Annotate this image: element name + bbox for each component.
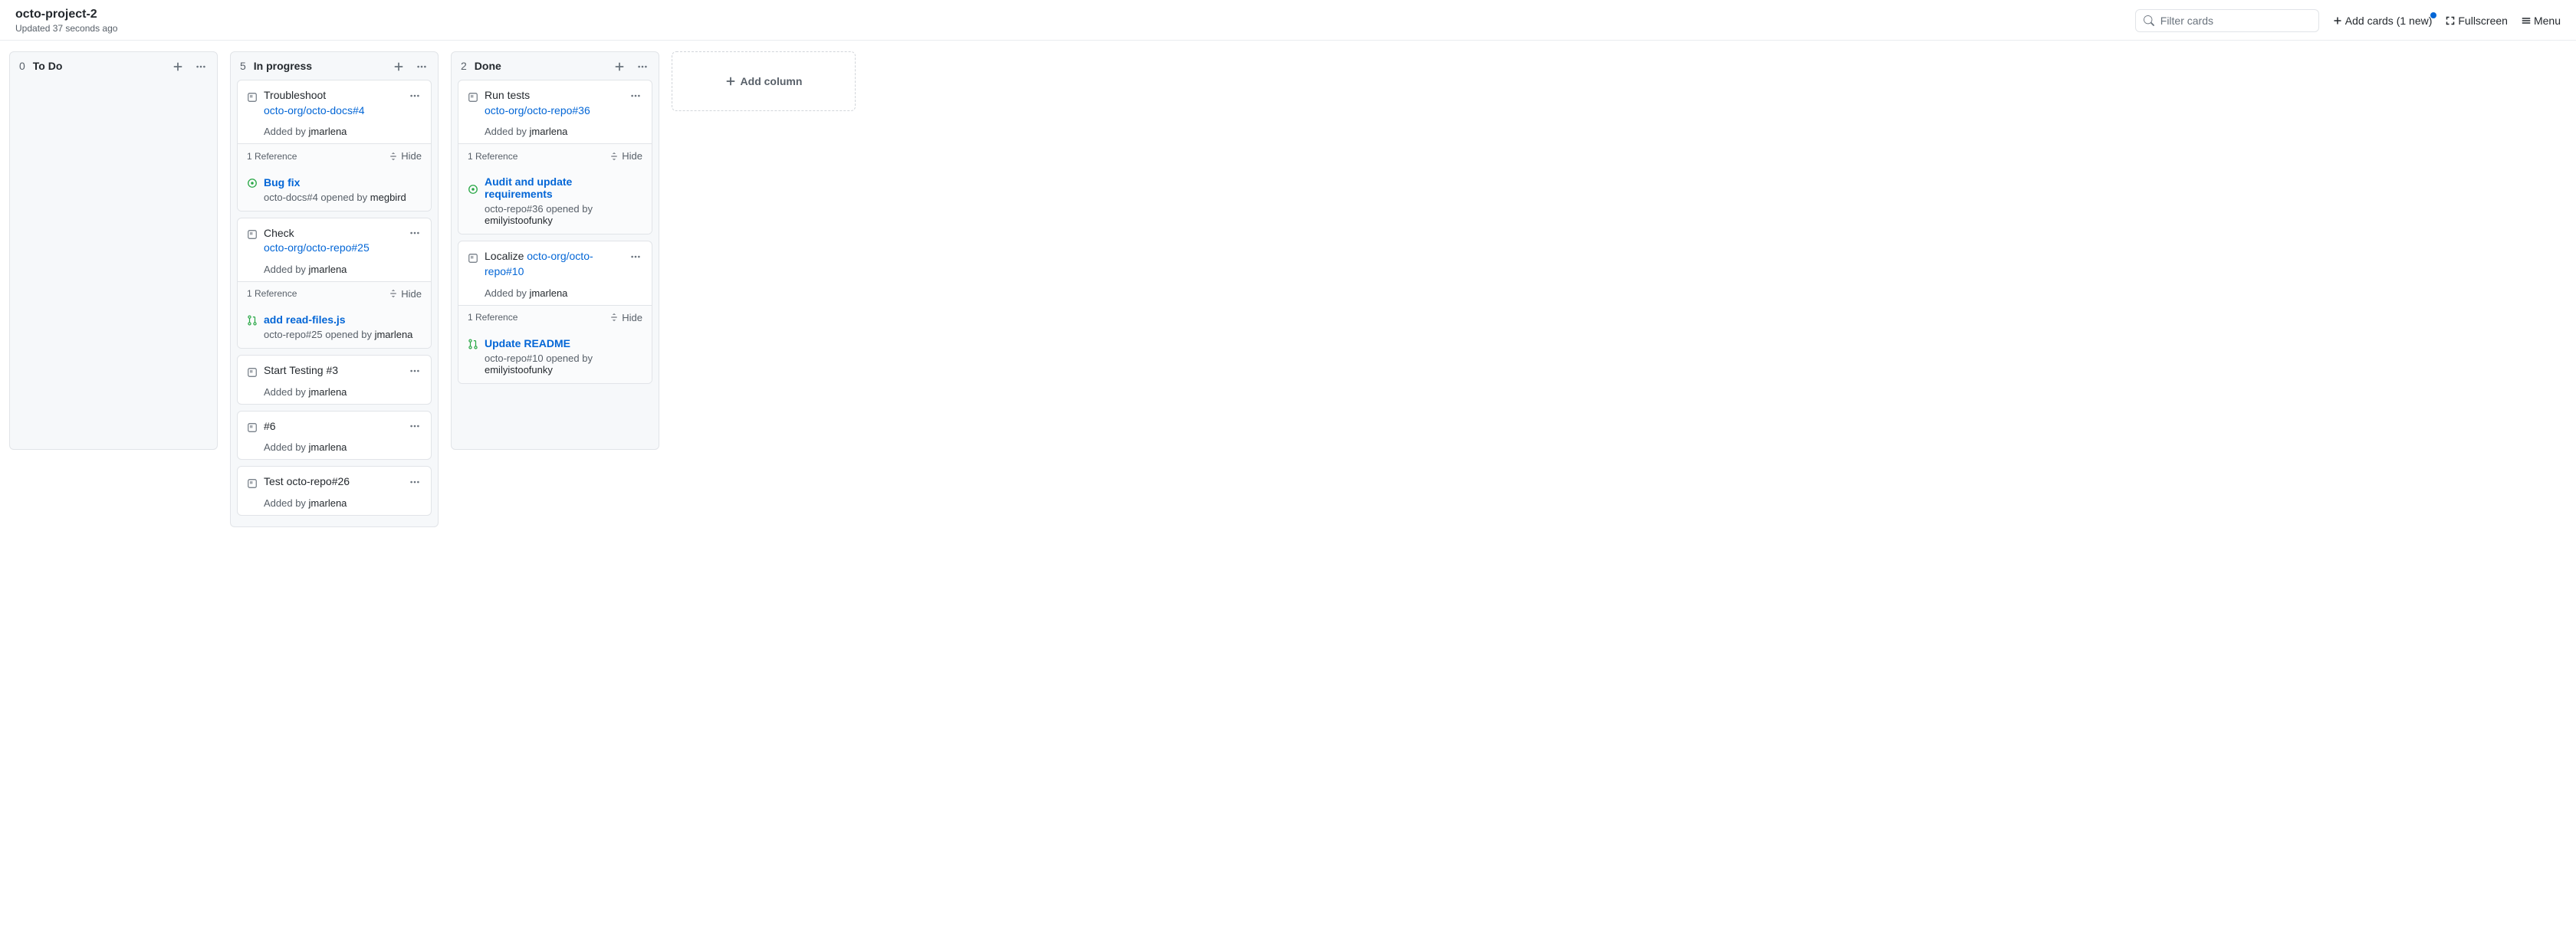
card-menu-button[interactable] — [408, 474, 422, 487]
card-title-text: Check — [264, 227, 294, 239]
reference-title-link[interactable]: add read-files.js — [264, 313, 346, 326]
column-done: 2 Done Run tests octo-org/octo-repo#3 — [451, 51, 659, 450]
add-column-label: Add column — [741, 75, 803, 87]
column-menu-button[interactable] — [194, 60, 208, 72]
hide-references-button[interactable]: Hide — [389, 150, 422, 162]
unfold-icon — [389, 289, 398, 298]
plus-icon — [725, 76, 736, 87]
filter-cards-input[interactable] — [2160, 15, 2311, 27]
card[interactable]: Localize octo-org/octo-repo#10 Added by … — [458, 241, 652, 383]
added-by-user: jmarlena — [309, 441, 347, 453]
filter-cards-search[interactable] — [2135, 9, 2319, 32]
reference-author: emilyistoofunky — [485, 364, 553, 376]
column-count: 5 — [240, 60, 246, 72]
project-board: 0 To Do 5 In progress — [0, 41, 2576, 538]
card[interactable]: Check octo-org/octo-repo#25 Added by jma… — [237, 218, 432, 349]
add-column-button[interactable]: Add column — [672, 51, 856, 111]
issue-open-icon — [468, 182, 478, 194]
card-menu-button[interactable] — [408, 88, 422, 100]
column-todo: 0 To Do — [9, 51, 218, 450]
unfold-icon — [389, 152, 398, 161]
reference-author: emilyistoofunky — [485, 215, 553, 226]
menu-label: Menu — [2534, 15, 2561, 27]
project-header: octo-project-2 Updated 37 seconds ago Ad… — [0, 0, 2576, 41]
new-indicator-dot — [2430, 12, 2436, 18]
plus-icon — [2333, 16, 2342, 25]
column-name: Done — [475, 60, 501, 72]
note-icon — [247, 90, 258, 102]
hide-references-button[interactable]: Hide — [389, 288, 422, 300]
column-menu-button[interactable] — [636, 60, 649, 72]
note-icon — [247, 228, 258, 240]
column-name: In progress — [254, 60, 312, 72]
card-ref-link[interactable]: octo-org/octo-repo#25 — [264, 241, 370, 254]
add-card-button[interactable] — [614, 60, 625, 72]
reference-author: megbird — [370, 192, 406, 203]
hide-references-button[interactable]: Hide — [610, 150, 642, 162]
card[interactable]: Start Testing #3 Added by jmarlena — [237, 355, 432, 405]
reference-author: jmarlena — [375, 329, 413, 340]
card[interactable]: Test octo-repo#26 Added by jmarlena — [237, 466, 432, 516]
card-menu-button[interactable] — [408, 363, 422, 376]
card-menu-button[interactable] — [629, 249, 642, 261]
card-menu-button[interactable] — [408, 226, 422, 238]
card-menu-button[interactable] — [629, 88, 642, 100]
added-by-user: jmarlena — [530, 287, 568, 299]
card-title-text: Start Testing #3 — [264, 364, 338, 376]
added-by-user: jmarlena — [309, 126, 347, 137]
added-by-user: jmarlena — [309, 264, 347, 275]
card[interactable]: Troubleshoot octo-org/octo-docs#4 Added … — [237, 80, 432, 211]
column-name: To Do — [33, 60, 63, 72]
card[interactable]: Run tests octo-org/octo-repo#36 Added by… — [458, 80, 652, 235]
card-title-text: Troubleshoot — [264, 89, 326, 101]
hide-references-button[interactable]: Hide — [610, 312, 642, 323]
reference-count: 1 Reference — [468, 312, 518, 323]
search-icon — [2144, 15, 2154, 26]
fullscreen-label: Fullscreen — [2458, 15, 2508, 27]
column-count: 0 — [19, 60, 25, 72]
column-in-progress: 5 In progress Troubleshoot octo-org/o — [230, 51, 439, 527]
reference-count: 1 Reference — [247, 151, 297, 162]
project-updated: Updated 37 seconds ago — [15, 23, 117, 34]
added-by-user: jmarlena — [309, 386, 347, 398]
add-card-button[interactable] — [172, 60, 183, 72]
reference-title-link[interactable]: Bug fix — [264, 176, 300, 189]
note-icon — [247, 365, 258, 377]
note-icon — [247, 476, 258, 488]
note-icon — [247, 421, 258, 433]
column-menu-button[interactable] — [415, 60, 429, 72]
added-by-user: jmarlena — [530, 126, 568, 137]
unfold-icon — [610, 152, 619, 161]
card-ref-link[interactable]: octo-org/octo-repo#36 — [485, 104, 590, 116]
unfold-icon — [610, 313, 619, 322]
fullscreen-icon — [2446, 16, 2455, 25]
note-icon — [468, 90, 478, 102]
reference-title-link[interactable]: Update README — [485, 337, 570, 349]
column-count: 2 — [461, 60, 467, 72]
card-title-text: Run tests — [485, 89, 530, 101]
reference-title-link[interactable]: Audit and update requirements — [485, 175, 642, 200]
pull-request-icon — [468, 337, 478, 349]
add-card-button[interactable] — [393, 60, 404, 72]
issue-open-icon — [247, 175, 258, 188]
card-title-text: #6 — [264, 420, 276, 432]
card-title-text: Test octo-repo#26 — [264, 475, 350, 487]
note-icon — [468, 251, 478, 263]
menu-icon — [2522, 16, 2531, 25]
card[interactable]: #6 Added by jmarlena — [237, 411, 432, 461]
menu-button[interactable]: Menu — [2522, 15, 2561, 27]
card-ref-link[interactable]: octo-org/octo-docs#4 — [264, 104, 365, 116]
project-title: octo-project-2 — [15, 8, 117, 21]
fullscreen-button[interactable]: Fullscreen — [2446, 15, 2508, 27]
card-title-text: Localize — [485, 250, 527, 262]
reference-count: 1 Reference — [247, 288, 297, 299]
add-cards-button[interactable]: Add cards (1 new) — [2333, 15, 2433, 27]
added-by-user: jmarlena — [309, 497, 347, 509]
add-cards-label: Add cards (1 new) — [2345, 15, 2433, 27]
reference-count: 1 Reference — [468, 151, 518, 162]
pull-request-icon — [247, 313, 258, 326]
card-menu-button[interactable] — [408, 419, 422, 431]
added-by-label: Added by — [264, 126, 309, 137]
